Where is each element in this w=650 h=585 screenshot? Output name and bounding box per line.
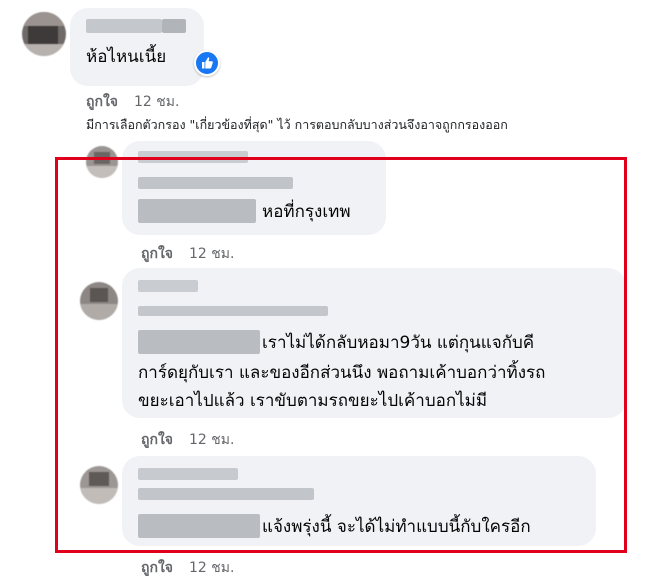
thumbs-up-icon[interactable]	[194, 50, 220, 76]
reply-bubble: เราไม่ได้กลับหอมา9วัน แต่กุนแจกับคี การ์…	[122, 268, 626, 418]
like-button[interactable]: ถูกใจ	[141, 246, 173, 262]
avatar[interactable]	[80, 282, 118, 320]
reply-bubble: แจ้งพรุ่งนี้ จะได้ไม่ทำแบบนี้กับใครอีก	[122, 456, 596, 546]
author-name[interactable]	[138, 151, 248, 163]
comment-text: ห้อไหนเนี้ย	[86, 47, 167, 67]
avatar[interactable]	[86, 146, 118, 178]
comment-thread: ห้อไหนเนี้ย ถูกใจ 12 ชม. มีการเลือกตัวกรอ…	[0, 0, 650, 585]
timestamp[interactable]: 12 ชม.	[189, 432, 234, 448]
timestamp[interactable]: 12 ชม.	[189, 246, 234, 262]
like-button[interactable]: ถูกใจ	[141, 560, 173, 576]
comment-actions: ถูกใจ 12 ชม.	[141, 429, 234, 451]
avatar[interactable]	[80, 466, 118, 504]
author-name[interactable]	[138, 468, 238, 480]
comment-actions: ถูกใจ 12 ชม.	[86, 91, 179, 113]
timestamp[interactable]: 12 ชม.	[189, 560, 234, 576]
reply-bubble: หอที่กรุงเทพ	[122, 141, 386, 235]
comment-actions: ถูกใจ 12 ชม.	[141, 243, 234, 265]
author-name[interactable]	[138, 280, 198, 292]
reply-text-line: เราไม่ได้กลับหอมา9วัน แต่กุนแจกับคี	[262, 333, 535, 353]
author-name[interactable]	[86, 19, 162, 33]
comment-bubble: ห้อไหนเนี้ย	[70, 8, 204, 86]
timestamp[interactable]: 12 ชม.	[134, 94, 179, 110]
filter-notice: มีการเลือกตัวกรอง "เกี่ยวข้องที่สุด" ไว้…	[86, 117, 508, 132]
reply-text-line: การ์ดยุกับเรา และของอีกส่วนนึง พอถามเค้า…	[138, 363, 546, 383]
reply-text: แจ้งพรุ่งนี้ จะได้ไม่ทำแบบนี้กับใครอีก	[262, 517, 531, 537]
like-button[interactable]: ถูกใจ	[86, 94, 118, 110]
reply-text-line: ขยะเอาไปแล้ว เราขับตามรถขยะไปเค้าบอกไม่ม…	[138, 391, 488, 411]
reply-text: หอที่กรุงเทพ	[262, 202, 351, 222]
avatar[interactable]	[22, 12, 66, 56]
comment-actions: ถูกใจ 12 ชม.	[141, 557, 234, 579]
like-button[interactable]: ถูกใจ	[141, 432, 173, 448]
